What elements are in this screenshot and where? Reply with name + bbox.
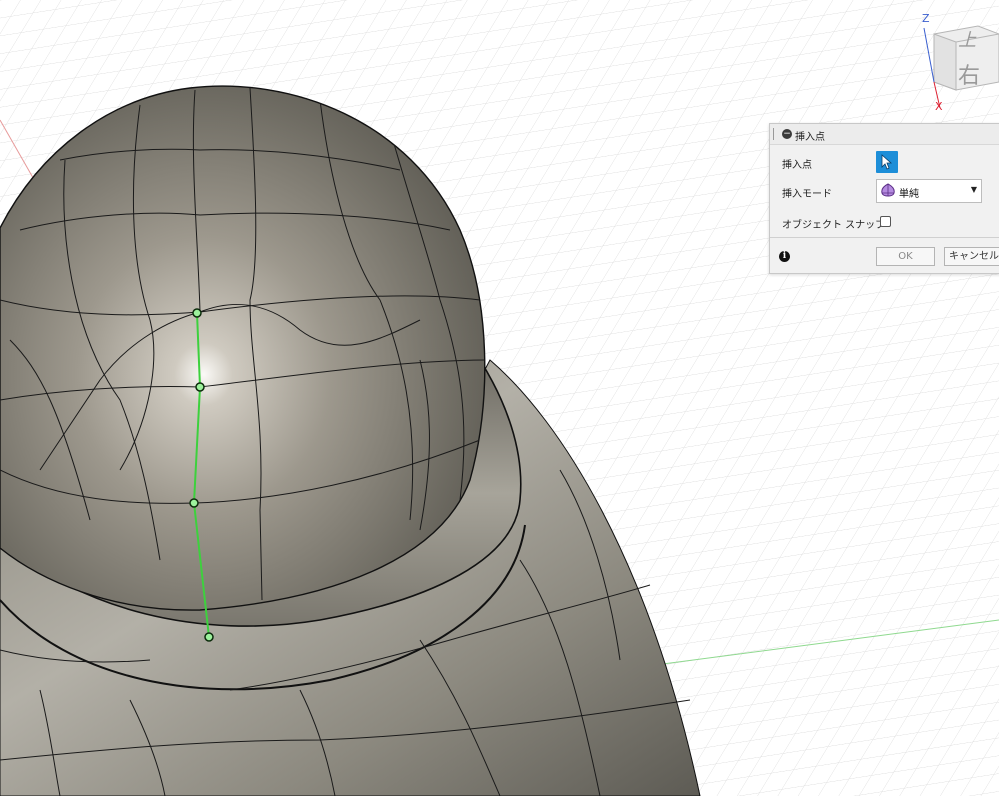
object-snap-label: オブジェクト スナップ: [782, 220, 886, 231]
insert-mode-select[interactable]: 単純 ▼: [876, 179, 982, 203]
z-axis-label: Z: [922, 12, 930, 25]
x-axis-label: X: [935, 100, 943, 113]
insert-mode-label: 挿入モード: [782, 189, 832, 200]
cancel-button[interactable]: キャンセル: [944, 247, 999, 266]
dialog-title: 挿入点: [795, 132, 825, 143]
edge-point[interactable]: [195, 382, 205, 392]
dialog-footer: i OK キャンセル: [770, 237, 999, 274]
select-point-button[interactable]: [876, 151, 898, 173]
edge-point[interactable]: [189, 498, 199, 508]
object-snap-checkbox[interactable]: [880, 216, 891, 227]
info-icon[interactable]: i: [779, 251, 790, 262]
cursor-arrow-icon: [881, 154, 893, 170]
edge-point[interactable]: [192, 308, 202, 318]
modeling-viewport[interactable]: [0, 0, 999, 796]
view-cube-right-face[interactable]: 右: [958, 58, 980, 90]
view-cube[interactable]: Z X 上 右: [918, 12, 999, 122]
edge-point[interactable]: [204, 632, 214, 642]
ok-button[interactable]: OK: [876, 247, 935, 266]
dialog-header[interactable]: − 挿入点: [770, 124, 999, 145]
collapse-icon[interactable]: −: [782, 129, 792, 139]
simple-mode-icon: [881, 183, 895, 197]
insert-point-dialog: − 挿入点 挿入点 挿入モード 単純 ▼ オブジェクト スナップ i OK キャ…: [769, 123, 999, 274]
insert-point-label: 挿入点: [782, 160, 812, 171]
drag-grip-icon[interactable]: [773, 128, 776, 140]
insert-mode-value: 単純: [899, 189, 919, 200]
dropdown-arrow-icon: ▼: [970, 185, 977, 194]
head-dome: [0, 85, 486, 611]
